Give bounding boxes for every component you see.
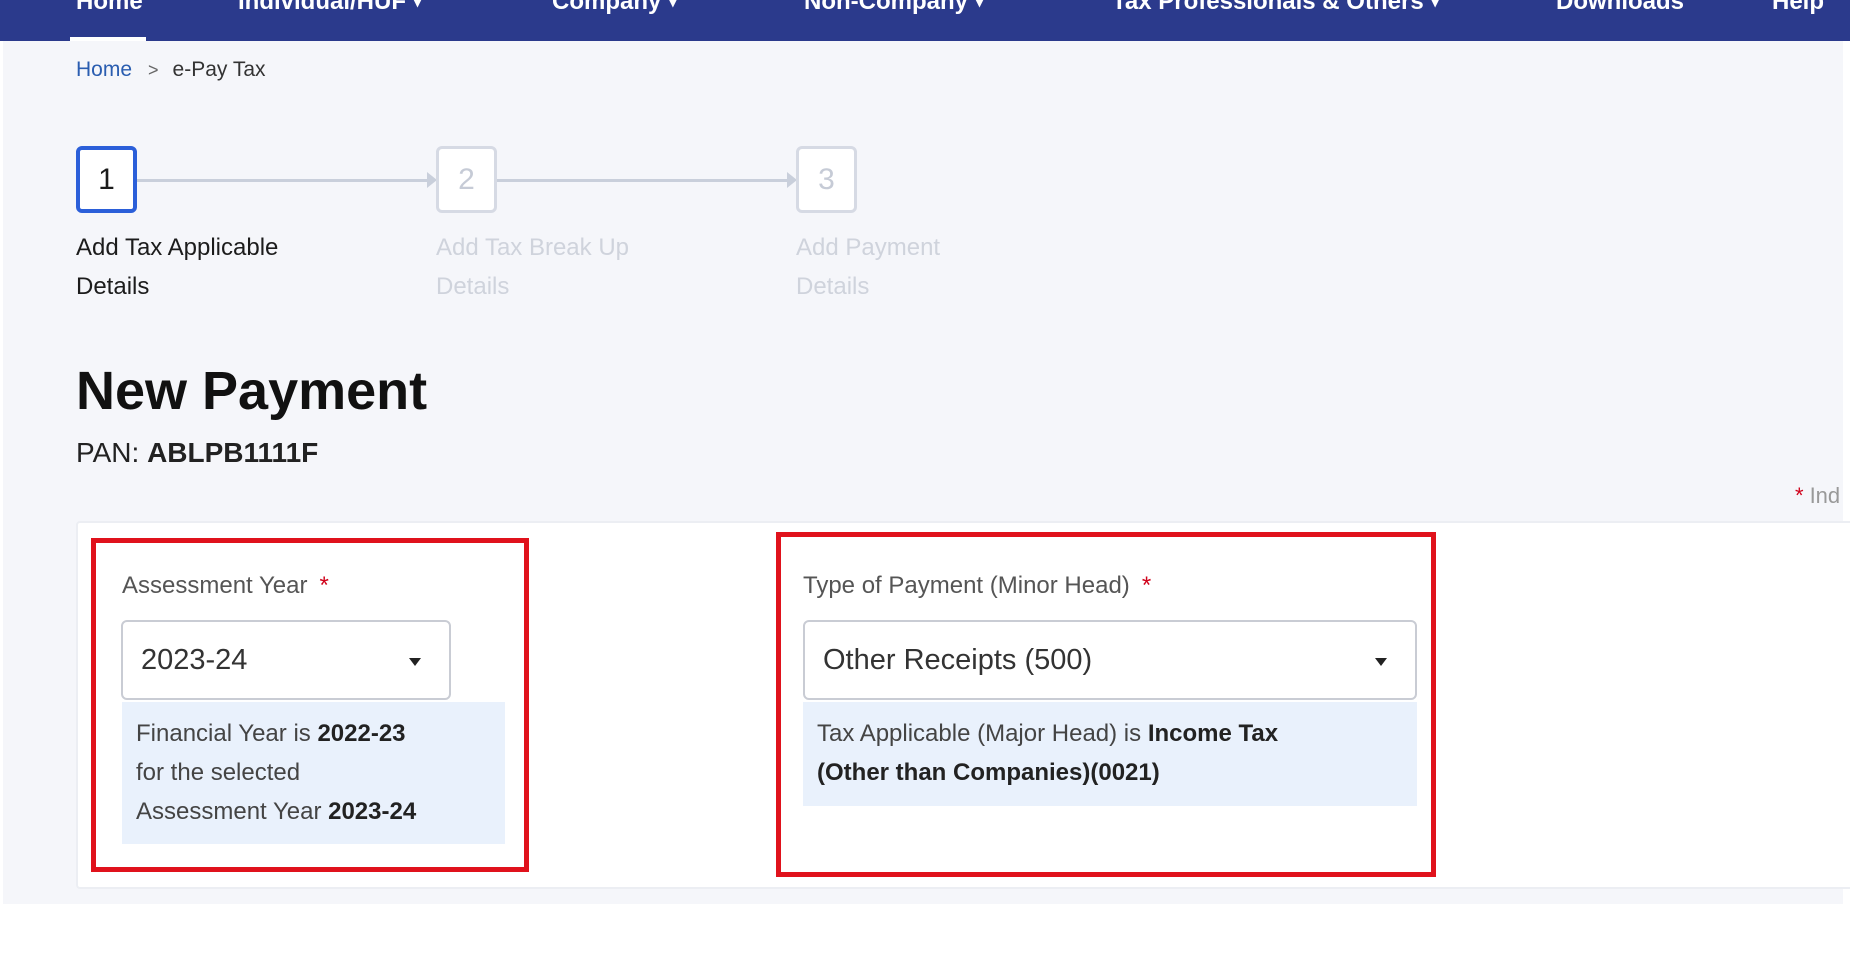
assessment-year-info-line1: Financial Year is 2022-23	[136, 714, 491, 753]
top-navigation-bar: Home Individual/HUF ▾ Company ▾ Non-Compan…	[0, 0, 1850, 41]
step-connector-2	[497, 179, 787, 182]
chevron-down-icon: ▾	[669, 0, 677, 11]
payment-type-selected-value: Other Receipts (500)	[823, 643, 1093, 676]
payment-type-info-line2: (Other than Companies)(0021)	[817, 753, 1403, 792]
required-asterisk: *	[319, 572, 329, 599]
required-fields-note: * Ind	[1795, 483, 1840, 509]
step-1-label-line2: Details	[76, 273, 150, 300]
nav-home[interactable]: Home	[76, 0, 143, 16]
chevron-right-icon: >	[148, 59, 159, 80]
assessment-year-value: 2023-24	[328, 798, 417, 825]
nav-downloads[interactable]: Downloads	[1556, 0, 1684, 16]
pan-line: PAN: ABLPB1111F	[76, 437, 318, 469]
required-asterisk: *	[1795, 483, 1804, 508]
info-text: Assessment Year	[136, 798, 322, 825]
breadcrumb-home-link[interactable]: Home	[76, 58, 132, 82]
step-2-indicator: 2	[436, 146, 497, 213]
nav-tax-professionals[interactable]: Tax Professionals & Others ▾	[1112, 0, 1439, 16]
dropdown-caret-icon	[1375, 658, 1387, 666]
step-2-label-line1: Add Tax Break Up	[436, 234, 629, 261]
step-2-label: Add Tax Break Up Details	[436, 228, 696, 306]
breadcrumb-current: e-Pay Tax	[172, 58, 266, 81]
pan-value: ABLPB1111F	[147, 437, 319, 468]
payment-type-label-text: Type of Payment (Minor Head)	[803, 572, 1130, 599]
payment-type-info: Tax Applicable (Major Head) is Income Ta…	[803, 702, 1417, 806]
payment-type-info-line1: Tax Applicable (Major Head) is Income Ta…	[817, 714, 1403, 753]
step-1-label-line1: Add Tax Applicable	[76, 234, 279, 261]
nav-individual-huf-label: Individual/HUF	[238, 0, 406, 15]
nav-downloads-label: Downloads	[1556, 0, 1685, 15]
payment-type-select[interactable]: Other Receipts (500)	[803, 620, 1417, 700]
assessment-year-select[interactable]: 2023-24	[121, 620, 451, 700]
assessment-year-info-line3: Assessment Year 2023-24	[136, 792, 491, 831]
step-3-label: Add Payment Details	[796, 228, 1056, 306]
major-head-value-cont: (Other than Companies)(0021)	[817, 759, 1160, 786]
page-left-edge	[0, 41, 3, 975]
nav-help-label: Help	[1772, 0, 1825, 15]
nav-individual-huf[interactable]: Individual/HUF ▾	[238, 0, 421, 16]
step-2-number: 2	[458, 162, 475, 196]
dropdown-caret-icon	[409, 658, 421, 666]
step-1-indicator: 1	[76, 146, 137, 213]
chevron-down-icon: ▾	[414, 0, 422, 11]
assessment-year-info: Financial Year is 2022-23 for the select…	[122, 702, 505, 844]
step-1-number: 1	[98, 162, 115, 196]
required-note-text: Ind	[1809, 483, 1841, 508]
assessment-year-selected-value: 2023-24	[141, 643, 248, 676]
nav-company[interactable]: Company ▾	[552, 0, 676, 16]
step-3-indicator: 3	[796, 146, 857, 213]
nav-help[interactable]: Help	[1772, 0, 1824, 16]
financial-year-value: 2022-23	[317, 720, 406, 747]
step-3-label-line1: Add Payment	[796, 234, 941, 261]
assessment-year-label: Assessment Year *	[122, 572, 329, 600]
step-1-label: Add Tax Applicable Details	[76, 228, 336, 306]
step-2-label-line2: Details	[436, 273, 510, 300]
page-title: New Payment	[76, 361, 428, 421]
step-3-label-line2: Details	[796, 273, 870, 300]
nav-tax-professionals-label: Tax Professionals & Others	[1112, 0, 1424, 15]
chevron-down-icon: ▾	[976, 0, 984, 11]
info-text: Financial Year is	[136, 720, 311, 747]
major-head-value: Income Tax	[1147, 720, 1279, 747]
payment-type-label: Type of Payment (Minor Head) *	[803, 572, 1151, 600]
breadcrumb: Home > e-Pay Tax	[76, 58, 266, 82]
nav-company-label: Company	[552, 0, 662, 15]
assessment-year-label-text: Assessment Year	[122, 572, 308, 599]
nav-non-company[interactable]: Non-Company ▾	[804, 0, 983, 16]
chevron-down-icon: ▾	[1431, 0, 1439, 11]
nav-non-company-label: Non-Company	[804, 0, 968, 15]
step-connector-1	[137, 179, 427, 182]
assessment-year-info-line2: for the selected	[136, 759, 301, 786]
nav-home-label: Home	[76, 0, 143, 15]
info-text: Tax Applicable (Major Head) is	[817, 720, 1142, 747]
step-3-number: 3	[818, 162, 835, 196]
pan-label: PAN:	[76, 437, 140, 468]
required-asterisk: *	[1141, 572, 1152, 599]
